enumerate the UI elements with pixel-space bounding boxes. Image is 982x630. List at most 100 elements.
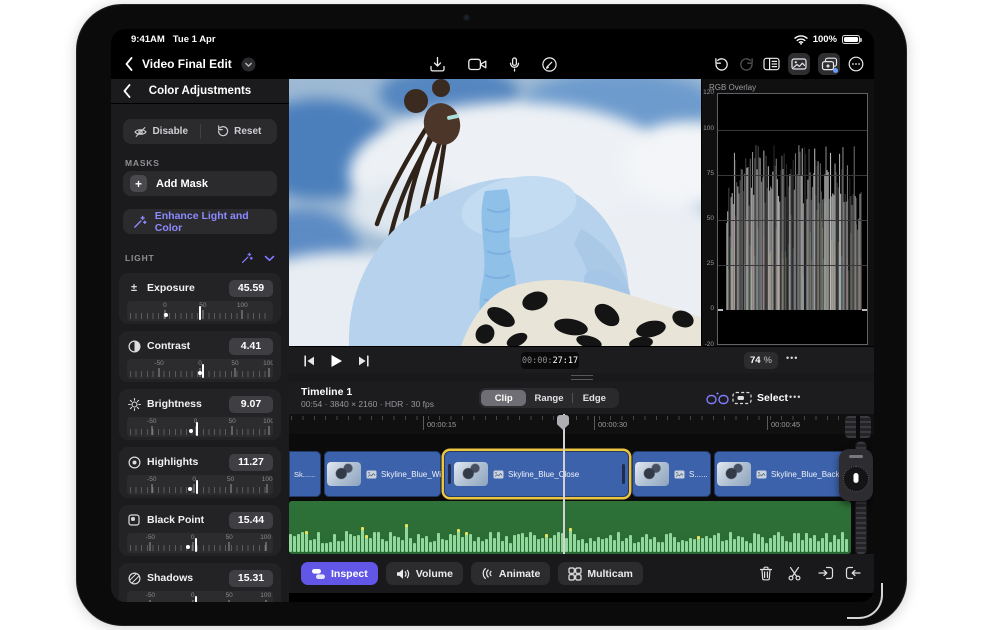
timeline-more-button[interactable]: ••• bbox=[789, 392, 801, 402]
enhance-light-color-button[interactable]: Enhance Light and Color bbox=[123, 209, 277, 234]
black-point-ruler[interactable]: -50050100 bbox=[127, 533, 273, 553]
contrast-ruler[interactable]: -50050100 bbox=[127, 359, 273, 379]
previous-frame-icon[interactable] bbox=[303, 355, 316, 367]
light-wand-icon[interactable] bbox=[241, 252, 253, 264]
play-icon[interactable] bbox=[330, 354, 343, 368]
audio-waveform-bar bbox=[529, 532, 532, 552]
mode-range[interactable]: Range bbox=[526, 390, 571, 406]
slider-shadows[interactable]: Shadows 15.31 -50050100 bbox=[119, 563, 281, 602]
reset-button[interactable]: Reset bbox=[201, 119, 278, 144]
clip-skyline-blue-close-selected[interactable]: Skyline_Blue_Close bbox=[444, 451, 629, 497]
video-viewer bbox=[289, 79, 701, 346]
pencil-annotate-icon[interactable] bbox=[542, 57, 557, 72]
slider-highlights[interactable]: Highlights 11.27 -50050100 bbox=[119, 447, 281, 498]
overwrite-clip-icon[interactable] bbox=[845, 566, 861, 580]
value-cursor bbox=[196, 480, 198, 494]
slider-value[interactable]: 11.27 bbox=[229, 454, 273, 471]
mode-clip[interactable]: Clip bbox=[481, 390, 526, 406]
scope-tick-label: 50 bbox=[707, 215, 714, 222]
import-icon[interactable] bbox=[429, 56, 446, 72]
scope-gridline bbox=[718, 265, 867, 266]
date: Tue 1 Apr bbox=[173, 34, 216, 45]
clip-skyline-partial[interactable]: Sk...... bbox=[289, 451, 321, 497]
slider-contrast[interactable]: Contrast 4.41 -50050100 bbox=[119, 331, 281, 382]
origin-dot bbox=[186, 545, 190, 549]
more-circle-icon[interactable] bbox=[848, 56, 864, 72]
screen-corner-glint bbox=[847, 583, 883, 619]
media-library-pill[interactable] bbox=[788, 53, 810, 75]
resize-handle[interactable] bbox=[571, 375, 593, 380]
disable-button[interactable]: Disable bbox=[123, 119, 200, 144]
timeline-ruler[interactable]: 00:00:1500:00:3000:00:45 bbox=[289, 414, 874, 434]
selection-mode-icon[interactable] bbox=[732, 391, 752, 405]
exposure-ruler[interactable]: 050100 bbox=[127, 301, 273, 321]
slider-value[interactable]: 15.44 bbox=[229, 512, 273, 529]
connect-clips-icon[interactable] bbox=[706, 391, 729, 405]
audio-waveform-bar bbox=[813, 535, 816, 552]
clip-skyline-short[interactable]: S...... bbox=[632, 451, 711, 497]
scope-gridline bbox=[718, 175, 867, 176]
editor-column: RGB Overlay 1201007550250-20 00:00:27:17… bbox=[289, 79, 874, 602]
tick-major bbox=[151, 484, 152, 493]
photo-glyph-icon bbox=[366, 470, 377, 479]
trim-handle-left[interactable] bbox=[448, 464, 451, 484]
jog-wheel[interactable] bbox=[839, 449, 873, 501]
mode-edge[interactable]: Edge bbox=[572, 390, 617, 406]
playhead-line[interactable] bbox=[563, 414, 565, 554]
timeline-zoom-grip[interactable] bbox=[845, 416, 871, 438]
browser-panel-icon[interactable] bbox=[763, 57, 780, 71]
highlights-ruler[interactable]: -50050100 bbox=[127, 475, 273, 495]
audio-waveform-bar bbox=[581, 539, 584, 552]
tick-major bbox=[265, 600, 266, 602]
title-menu-chevron-icon[interactable] bbox=[241, 57, 256, 72]
undo-icon[interactable] bbox=[713, 57, 730, 72]
audio-waveform-bar bbox=[725, 540, 728, 552]
audio-waveform-bar bbox=[777, 532, 780, 552]
slider-exposure[interactable]: ± Exposure 45.59 050100 bbox=[119, 273, 281, 324]
clip-skyline-blue-wide[interactable]: Skyline_Blue_Wide bbox=[324, 451, 441, 497]
tick-label: -50 bbox=[147, 418, 156, 425]
audio-waveform-bar bbox=[517, 534, 520, 552]
add-mask-button[interactable]: + Add Mask bbox=[123, 171, 277, 196]
audio-track[interactable] bbox=[289, 501, 851, 554]
camera-icon[interactable] bbox=[468, 58, 487, 71]
brightness-ruler[interactable]: -50050100 bbox=[127, 417, 273, 437]
slider-value[interactable]: 9.07 bbox=[229, 396, 273, 413]
blade-cut-icon[interactable] bbox=[787, 566, 802, 581]
slider-value[interactable]: 4.41 bbox=[229, 338, 273, 355]
clip-skyline-blue-background[interactable]: Skyline_Blue_Backgroun bbox=[714, 451, 849, 497]
collapse-chevron-icon[interactable] bbox=[264, 255, 275, 262]
viewer-more-button[interactable]: ••• bbox=[786, 353, 798, 363]
audio-waveform-bar bbox=[693, 539, 696, 552]
project-title[interactable]: Video Final Edit bbox=[142, 57, 232, 71]
trim-handle-right[interactable] bbox=[622, 464, 625, 484]
audio-waveform-bar bbox=[625, 538, 628, 552]
timeline-meta: 00:54 · 3840 × 2160 · HDR · 30 fps bbox=[301, 399, 434, 409]
audio-waveform-bar bbox=[673, 537, 676, 552]
audio-waveform-bar bbox=[557, 532, 560, 552]
inspect-button[interactable]: Inspect bbox=[301, 562, 378, 585]
next-frame-icon[interactable] bbox=[357, 355, 370, 367]
volume-button[interactable]: Volume bbox=[386, 562, 463, 585]
delete-icon[interactable] bbox=[759, 566, 773, 581]
insert-clip-icon[interactable] bbox=[818, 566, 834, 580]
audio-waveform-bar bbox=[657, 542, 660, 552]
slider-value[interactable]: 15.31 bbox=[229, 570, 273, 587]
audio-waveform-bar bbox=[513, 535, 516, 552]
animate-button[interactable]: Animate bbox=[471, 562, 550, 585]
slider-brightness[interactable]: Brightness 9.07 -50050100 bbox=[119, 389, 281, 440]
shadows-ruler[interactable]: -50050100 bbox=[127, 591, 273, 602]
slider-black-point[interactable]: Black Point 15.44 -50050100 bbox=[119, 505, 281, 556]
microphone-icon[interactable] bbox=[509, 57, 520, 72]
slider-label: Black Point bbox=[147, 514, 204, 526]
viewer-zoom-button[interactable]: 74% bbox=[744, 352, 778, 369]
multicam-button[interactable]: Multicam bbox=[558, 562, 643, 585]
back-chevron-icon[interactable] bbox=[125, 57, 133, 71]
slider-value[interactable]: 45.59 bbox=[229, 280, 273, 297]
brightness-icon bbox=[128, 398, 141, 411]
select-button[interactable]: Select bbox=[757, 392, 788, 404]
panel-back-icon[interactable] bbox=[123, 84, 131, 98]
audio-waveform-bar bbox=[669, 533, 672, 552]
redo-icon[interactable] bbox=[738, 57, 755, 72]
clips-stack-pill[interactable] bbox=[818, 53, 840, 75]
